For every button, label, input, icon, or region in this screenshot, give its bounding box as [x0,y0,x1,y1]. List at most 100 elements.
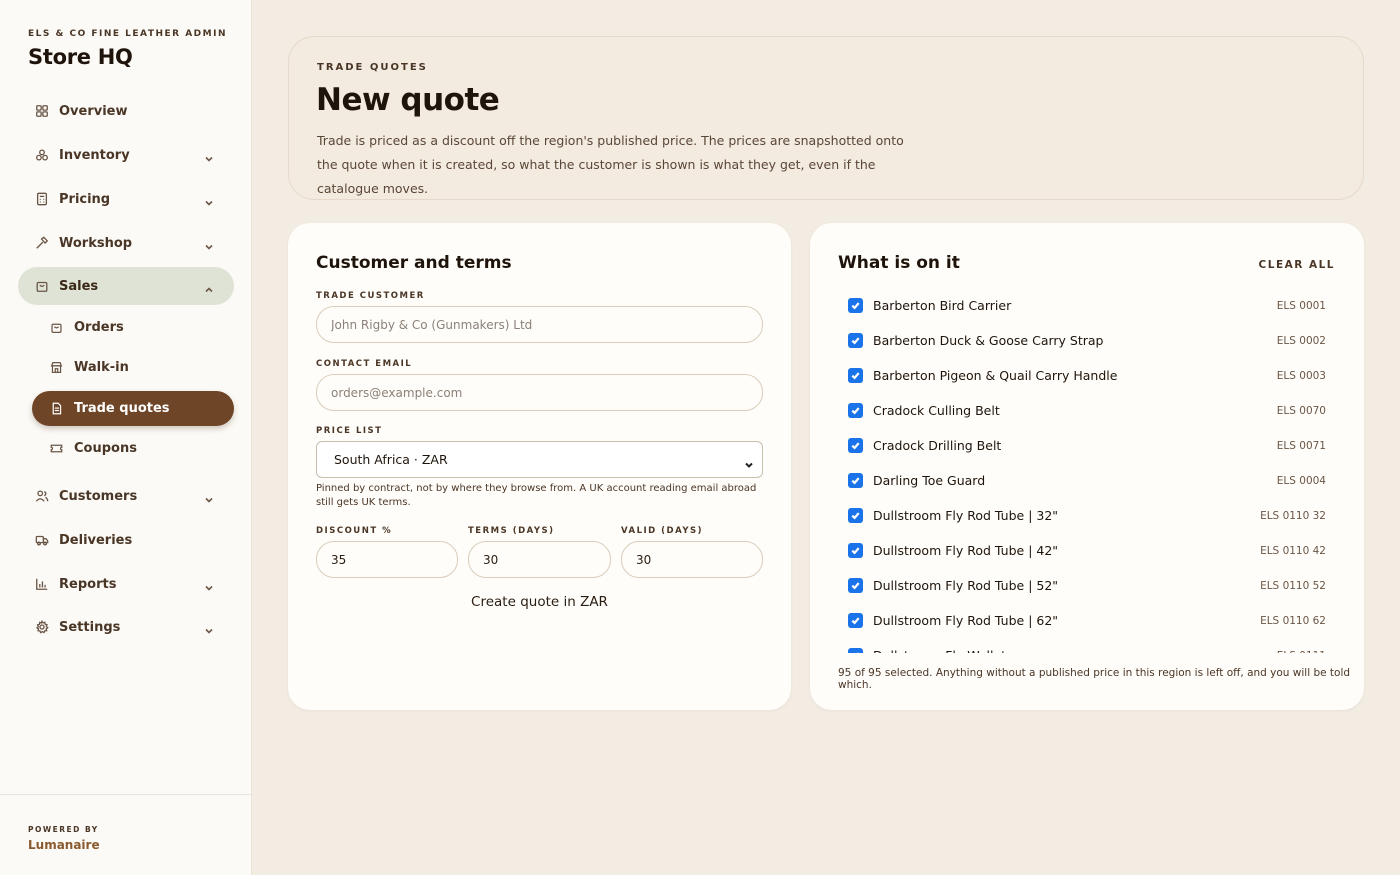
item-sku: ELS 0001 [1276,299,1326,312]
item-checkbox[interactable] [848,298,863,313]
nav-sales[interactable]: Sales [18,267,234,305]
item-sku: ELS 0110 42 [1260,544,1326,557]
list-item[interactable]: Cradock Drilling Belt ELS 0071 [838,428,1328,463]
list-item[interactable]: Dullstroom Fly Rod Tube | 42" ELS 0110 42 [838,533,1328,568]
sub-nav-coupons[interactable]: Coupons [32,431,234,466]
contact-email-label: CONTACT EMAIL [316,359,413,369]
store-icon [50,361,64,375]
page-title: New quote [316,82,500,118]
item-sku: ELS 0071 [1276,439,1326,452]
nav-pricing-label: Pricing [59,191,111,207]
sub-nav-trade-quotes[interactable]: Trade quotes [32,391,234,426]
item-sku: ELS 0003 [1276,369,1326,382]
item-name: Dullstroom Fly Rod Tube | 42" [873,543,1059,558]
list-item[interactable]: Barberton Pigeon & Quail Carry Handle ELS… [838,358,1328,393]
sub-nav-orders-label: Orders [74,320,124,335]
item-checkbox[interactable] [848,368,863,383]
terms-input[interactable] [468,541,611,578]
bar-chart-icon [34,576,50,592]
nav-deliveries[interactable]: Deliveries [18,521,234,559]
item-name: Cradock Culling Belt [873,403,1000,418]
nav-pricing[interactable]: Pricing [18,180,234,218]
create-quote-button[interactable]: Create quote in ZAR [316,589,763,615]
item-name: Darling Toe Guard [873,473,986,488]
nav-overview[interactable]: Overview [18,92,234,130]
nav-reports[interactable]: Reports [18,565,234,603]
chevron-down-icon [204,490,214,503]
price-list-hint: Pinned by contract, not by where they br… [316,483,757,508]
price-list-select[interactable]: South Africa · ZAR [316,441,763,478]
item-sku: ELS 0110 32 [1260,509,1326,522]
item-checkbox[interactable] [848,438,863,453]
item-checkbox[interactable] [848,543,863,558]
terms-label: TERMS (DAYS) [468,526,555,536]
nav-settings[interactable]: Settings [18,608,234,646]
list-item[interactable]: Dullstroom Fly Rod Tube | 32" ELS 0110 32 [838,498,1328,533]
item-sku: ELS 0110 52 [1260,579,1326,592]
item-checkbox[interactable] [848,403,863,418]
list-item[interactable]: Dullstroom Fly Rod Tube | 52" ELS 0110 52 [838,568,1328,603]
checkmark-icon [851,442,860,450]
sub-nav-walkin[interactable]: Walk-in [32,350,234,385]
nav-deliveries-label: Deliveries [59,532,133,548]
checkmark-icon [857,652,859,653]
gear-icon [34,619,50,635]
nav-workshop[interactable]: Workshop [18,224,234,262]
checkmark-icon [851,547,860,555]
items-footer: 95 of 95 selected. Anything without a pu… [838,667,1351,691]
item-name: Cradock Drilling Belt [873,438,1002,453]
chevron-down-icon [204,621,214,634]
trade-customer-input[interactable] [316,306,763,343]
nav-customers[interactable]: Customers [18,477,234,515]
valid-label: VALID (DAYS) [621,526,704,536]
page-description: Trade is priced as a discount off the re… [317,133,904,196]
nav-inventory-label: Inventory [59,147,130,163]
page-header: TRADE QUOTES New quote Trade is priced a… [288,36,1364,200]
items-list[interactable]: Barberton Bird Carrier ELS 0001 Barberton … [838,288,1338,653]
item-name: Barberton Bird Carrier [873,298,1012,313]
bag-icon [50,321,64,335]
item-checkbox[interactable] [848,333,863,348]
sub-nav-orders[interactable]: Orders [32,310,234,345]
item-name: Barberton Duck & Goose Carry Strap [873,333,1104,348]
item-sku: ELS 0110 62 [1260,614,1326,627]
sidebar: ELS & CO FINE LEATHER ADMIN Store HQ Ove… [0,0,252,875]
list-item[interactable]: Darling Toe Guard ELS 0004 [838,463,1328,498]
item-checkbox[interactable] [848,508,863,523]
truck-icon [34,532,50,548]
contact-email-input[interactable] [316,374,763,411]
document-icon [50,402,64,416]
grid-icon [34,103,50,119]
valid-input[interactable] [621,541,763,578]
sub-nav-coupons-label: Coupons [74,441,137,456]
item-checkbox[interactable] [848,613,863,628]
list-item[interactable]: Cradock Culling Belt ELS 0070 [838,393,1328,428]
list-item[interactable]: Barberton Bird Carrier ELS 0001 [838,288,1328,323]
brand-kicker: ELS & CO FINE LEATHER ADMIN [28,29,227,39]
customer-card-title: Customer and terms [316,253,512,273]
sub-nav-trade-quotes-label: Trade quotes [74,401,170,416]
item-sku: ELS 0004 [1276,474,1326,487]
nav-sales-label: Sales [59,278,99,294]
list-item[interactable]: Barberton Duck & Goose Carry Strap ELS 00… [838,323,1328,358]
item-name: Barberton Pigeon & Quail Carry Handle [873,368,1118,383]
nav-reports-label: Reports [59,576,117,592]
nav-overview-label: Overview [59,103,128,119]
discount-input[interactable] [316,541,458,578]
checkmark-icon [851,372,860,380]
calculator-icon [34,191,50,207]
page-kicker: TRADE QUOTES [317,62,428,73]
list-item[interactable]: Dullstroom Fly Rod Tube | 62" ELS 0110 62 [838,603,1328,638]
sub-nav-walkin-label: Walk-in [74,360,129,375]
chevron-up-icon [204,280,214,293]
clear-all-button[interactable]: CLEAR ALL [1259,259,1335,271]
vendor-name[interactable]: Lumanaire [28,838,100,852]
item-checkbox[interactable] [848,648,863,653]
boxes-icon [34,147,50,163]
chevron-down-icon [204,149,214,162]
list-item[interactable]: Dullstroom Fly Wallet ELS 0111 [838,638,1328,653]
item-checkbox[interactable] [848,578,863,593]
nav-inventory[interactable]: Inventory [18,136,234,174]
item-name: Dullstroom Fly Wallet [873,648,1006,653]
item-checkbox[interactable] [848,473,863,488]
